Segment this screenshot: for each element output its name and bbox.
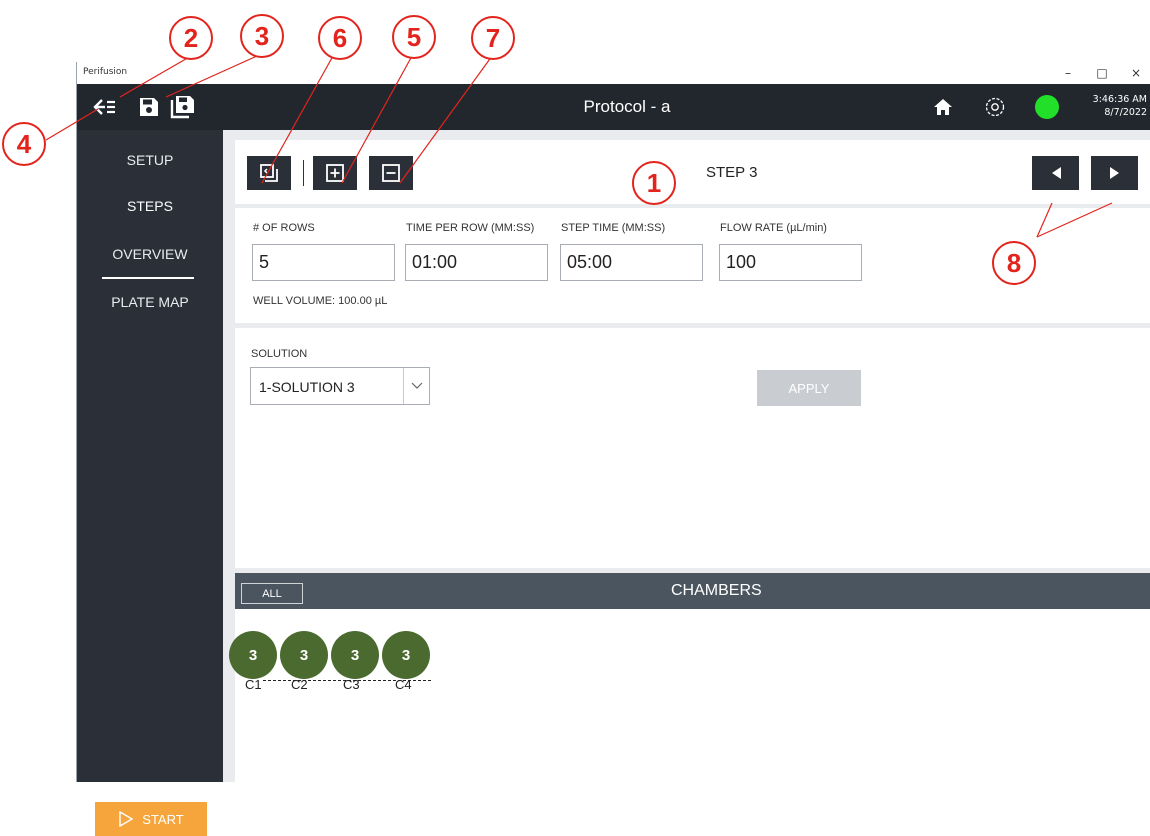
app-title: Perifusion [83, 67, 128, 77]
callout-6: 6 [318, 16, 362, 60]
top-bar: Protocol - a 3:46:36 AM 8/7/2022 [77, 84, 1150, 130]
chambers-area: 3 3 3 3 C1 C2 C3 C4 [229, 609, 1150, 782]
home-icon[interactable] [929, 93, 957, 121]
save-as-icon[interactable] [169, 93, 197, 121]
start-label: START [142, 811, 184, 827]
arrow-left-icon [1051, 167, 1061, 179]
settings-gear-icon[interactable] [981, 93, 1009, 121]
apply-button[interactable]: APPLY [757, 370, 861, 406]
step-time-input[interactable] [560, 244, 703, 281]
well-volume: WELL VOLUME: 100.00 µL [253, 295, 388, 307]
chamber-label: C1 [245, 677, 262, 692]
callout-2: 2 [169, 16, 213, 60]
sidebar-item-plate-map[interactable]: PLATE MAP [77, 294, 223, 310]
callout-7: 7 [471, 16, 515, 60]
main-content: STEP 3 # OF ROWS TIME PER ROW (MM:SS) ST… [223, 130, 1150, 782]
chambers-title: CHAMBERS [671, 582, 762, 599]
app-window: Perifusion – □ × Protocol - a 3:46:36 AM… [76, 62, 1150, 836]
maximize-button[interactable]: □ [1091, 64, 1113, 82]
solution-value: 1-SOLUTION 3 [259, 379, 355, 395]
previous-step-button[interactable] [1032, 156, 1079, 190]
callout-8: 8 [992, 241, 1036, 285]
chambers-header: ALL CHAMBERS [235, 573, 1150, 609]
step-toolbar: STEP 3 [235, 140, 1150, 204]
sidebar: SETUP STEPS OVERVIEW PLATE MAP START [77, 130, 223, 836]
select-all-chambers-button[interactable]: ALL [241, 583, 303, 604]
clock-date: 8/7/2022 [1104, 107, 1147, 118]
minimize-button[interactable]: – [1057, 64, 1079, 82]
toolbar-divider [303, 160, 304, 186]
flow-rate-label: FLOW RATE (µL/min) [720, 222, 827, 234]
close-button[interactable]: × [1125, 64, 1147, 82]
chamber-c4[interactable]: 3 [382, 631, 430, 679]
chamber-c1[interactable]: 3 [229, 631, 277, 679]
copy-icon [260, 164, 278, 182]
callout-1: 1 [632, 161, 676, 205]
arrow-right-icon [1109, 167, 1119, 179]
flow-rate-input[interactable] [719, 244, 862, 281]
sidebar-item-overview[interactable]: OVERVIEW [77, 246, 223, 262]
start-button[interactable]: START [95, 802, 207, 836]
callout-3: 3 [240, 14, 284, 58]
chamber-label: C2 [291, 677, 308, 692]
connection-status-indicator [1035, 95, 1059, 119]
solution-label: SOLUTION [251, 348, 308, 360]
sidebar-item-setup[interactable]: SETUP [77, 152, 223, 168]
active-nav-indicator [102, 277, 194, 279]
time-per-row-label: TIME PER ROW (MM:SS) [406, 222, 535, 234]
clock: 3:46:36 AM 8/7/2022 [1093, 93, 1147, 119]
page-title: Protocol - a [583, 97, 671, 116]
clock-time: 3:46:36 AM [1092, 94, 1147, 105]
copy-step-button[interactable] [247, 156, 291, 190]
next-step-button[interactable] [1091, 156, 1138, 190]
callout-4: 4 [2, 122, 46, 166]
callout-5: 5 [392, 15, 436, 59]
rows-label: # OF ROWS [253, 222, 315, 234]
chevron-down-icon[interactable] [403, 368, 429, 404]
play-icon [119, 811, 134, 827]
step-label: STEP 3 [706, 164, 758, 181]
step-time-label: STEP TIME (MM:SS) [561, 222, 666, 234]
solution-panel: SOLUTION 1-SOLUTION 3 APPLY [235, 328, 1150, 568]
back-arrow-icon[interactable] [91, 93, 119, 121]
chamber-c3[interactable]: 3 [331, 631, 379, 679]
time-per-row-input[interactable] [405, 244, 548, 281]
rows-input[interactable] [252, 244, 395, 281]
chamber-label: C3 [343, 677, 360, 692]
chamber-label: C4 [395, 677, 412, 692]
chamber-c2[interactable]: 3 [280, 631, 328, 679]
window-titlebar: Perifusion – □ × [77, 62, 1150, 84]
save-icon[interactable] [135, 93, 163, 121]
plus-box-icon [326, 164, 344, 182]
sidebar-item-steps[interactable]: STEPS [77, 198, 223, 214]
minus-box-icon [382, 164, 400, 182]
remove-step-button[interactable] [369, 156, 413, 190]
solution-dropdown[interactable]: 1-SOLUTION 3 [250, 367, 430, 405]
add-step-button[interactable] [313, 156, 357, 190]
